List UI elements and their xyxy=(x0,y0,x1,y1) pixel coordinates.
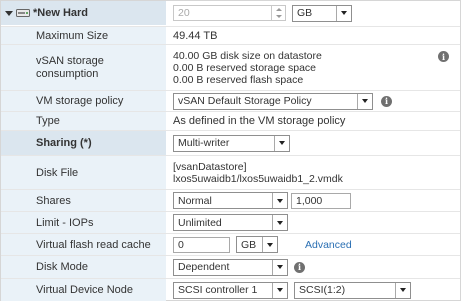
vsan-consumption-row: vSAN storage consumption 40.00 GB disk s… xyxy=(1,44,460,90)
shares-value-input[interactable]: 1,000 xyxy=(291,192,351,209)
type-value: As defined in the VM storage policy xyxy=(173,115,346,127)
shares-row: Shares Normal 1,000 xyxy=(1,189,460,211)
disk-mode-row: Disk Mode Dependent i xyxy=(1,255,460,278)
disk-mode-select[interactable]: Dependent xyxy=(173,258,288,276)
vsan-consumption-label: vSAN storage consumption xyxy=(1,45,166,90)
info-icon[interactable]: i xyxy=(294,261,305,273)
disk-settings-panel: *New Hard 20 GB Maximum Size 49.44 TB vS… xyxy=(0,0,461,301)
vsan-reserved-storage: 0.00 B reserved storage space xyxy=(173,61,317,74)
new-hard-disk-row: *New Hard 20 GB xyxy=(1,1,460,25)
chevron-down-icon[interactable] xyxy=(5,10,13,16)
flash-cache-input[interactable]: 0 xyxy=(173,236,230,253)
controller-select[interactable]: SCSI controller 1 xyxy=(173,281,288,299)
chevron-down-icon[interactable] xyxy=(272,282,287,298)
type-row: Type As defined in the VM storage policy xyxy=(1,111,460,130)
shares-select[interactable]: Normal xyxy=(173,192,288,209)
disk-title: *New Hard xyxy=(33,7,89,19)
vsan-disk-size: 40.00 GB disk size on datastore xyxy=(173,49,322,62)
disk-size-input[interactable]: 20 xyxy=(173,5,286,21)
chevron-down-icon[interactable] xyxy=(272,193,287,208)
info-icon[interactable]: i xyxy=(438,51,449,62)
sharing-row: Sharing (*) Multi-writer xyxy=(1,130,460,155)
flash-cache-unit-select[interactable]: GB xyxy=(236,236,278,253)
spinner-up-icon[interactable] xyxy=(272,6,285,13)
chevron-down-icon[interactable] xyxy=(274,135,289,151)
disk-file-datastore: [vsanDatastore] xyxy=(173,160,247,173)
vsan-reserved-flash: 0.00 B reserved flash space xyxy=(173,73,304,86)
type-label: Type xyxy=(1,112,166,130)
chevron-down-icon[interactable] xyxy=(272,259,287,275)
limit-iops-row: Limit - IOPs Unlimited xyxy=(1,211,460,233)
shares-label: Shares xyxy=(1,190,166,211)
device-node-select[interactable]: SCSI(1:2) xyxy=(294,281,411,299)
sharing-label: Sharing (*) xyxy=(1,131,166,155)
disk-file-row: Disk File [vsanDatastore] lxos5uwaidb1/l… xyxy=(1,155,460,189)
flash-cache-label: Virtual flash read cache xyxy=(1,234,166,255)
storage-policy-row: VM storage policy vSAN Default Storage P… xyxy=(1,90,460,111)
limit-iops-select[interactable]: Unlimited xyxy=(173,214,288,231)
flash-cache-row: Virtual flash read cache 0 GB Advanced xyxy=(1,233,460,255)
info-icon[interactable]: i xyxy=(381,95,392,107)
disk-size-unit-select[interactable]: GB xyxy=(292,4,352,22)
device-node-label: Virtual Device Node xyxy=(1,279,166,301)
limit-iops-label: Limit - IOPs xyxy=(1,212,166,233)
spinner-down-icon[interactable] xyxy=(272,13,285,20)
maximum-size-value: 49.44 TB xyxy=(173,29,218,42)
hard-disk-icon xyxy=(16,9,30,17)
chevron-down-icon[interactable] xyxy=(336,5,351,21)
chevron-down-icon[interactable] xyxy=(395,282,410,298)
storage-policy-select[interactable]: vSAN Default Storage Policy xyxy=(173,92,373,110)
chevron-down-icon[interactable] xyxy=(272,215,287,230)
maximum-size-label: Maximum Size xyxy=(1,27,166,44)
sharing-select[interactable]: Multi-writer xyxy=(173,134,290,152)
disk-mode-label: Disk Mode xyxy=(1,256,166,278)
new-hard-disk-header[interactable]: *New Hard xyxy=(1,1,166,25)
size-spinner[interactable] xyxy=(271,6,285,20)
chevron-down-icon[interactable] xyxy=(262,237,277,252)
storage-policy-label: VM storage policy xyxy=(1,91,166,111)
device-node-row: Virtual Device Node SCSI controller 1 SC… xyxy=(1,278,460,301)
disk-file-label: Disk File xyxy=(1,156,166,189)
advanced-link[interactable]: Advanced xyxy=(305,239,352,251)
disk-file-path: lxos5uwaidb1/lxos5uwaidb1_2.vmdk xyxy=(173,172,343,185)
maximum-size-row: Maximum Size 49.44 TB xyxy=(1,26,460,44)
chevron-down-icon[interactable] xyxy=(357,93,372,109)
